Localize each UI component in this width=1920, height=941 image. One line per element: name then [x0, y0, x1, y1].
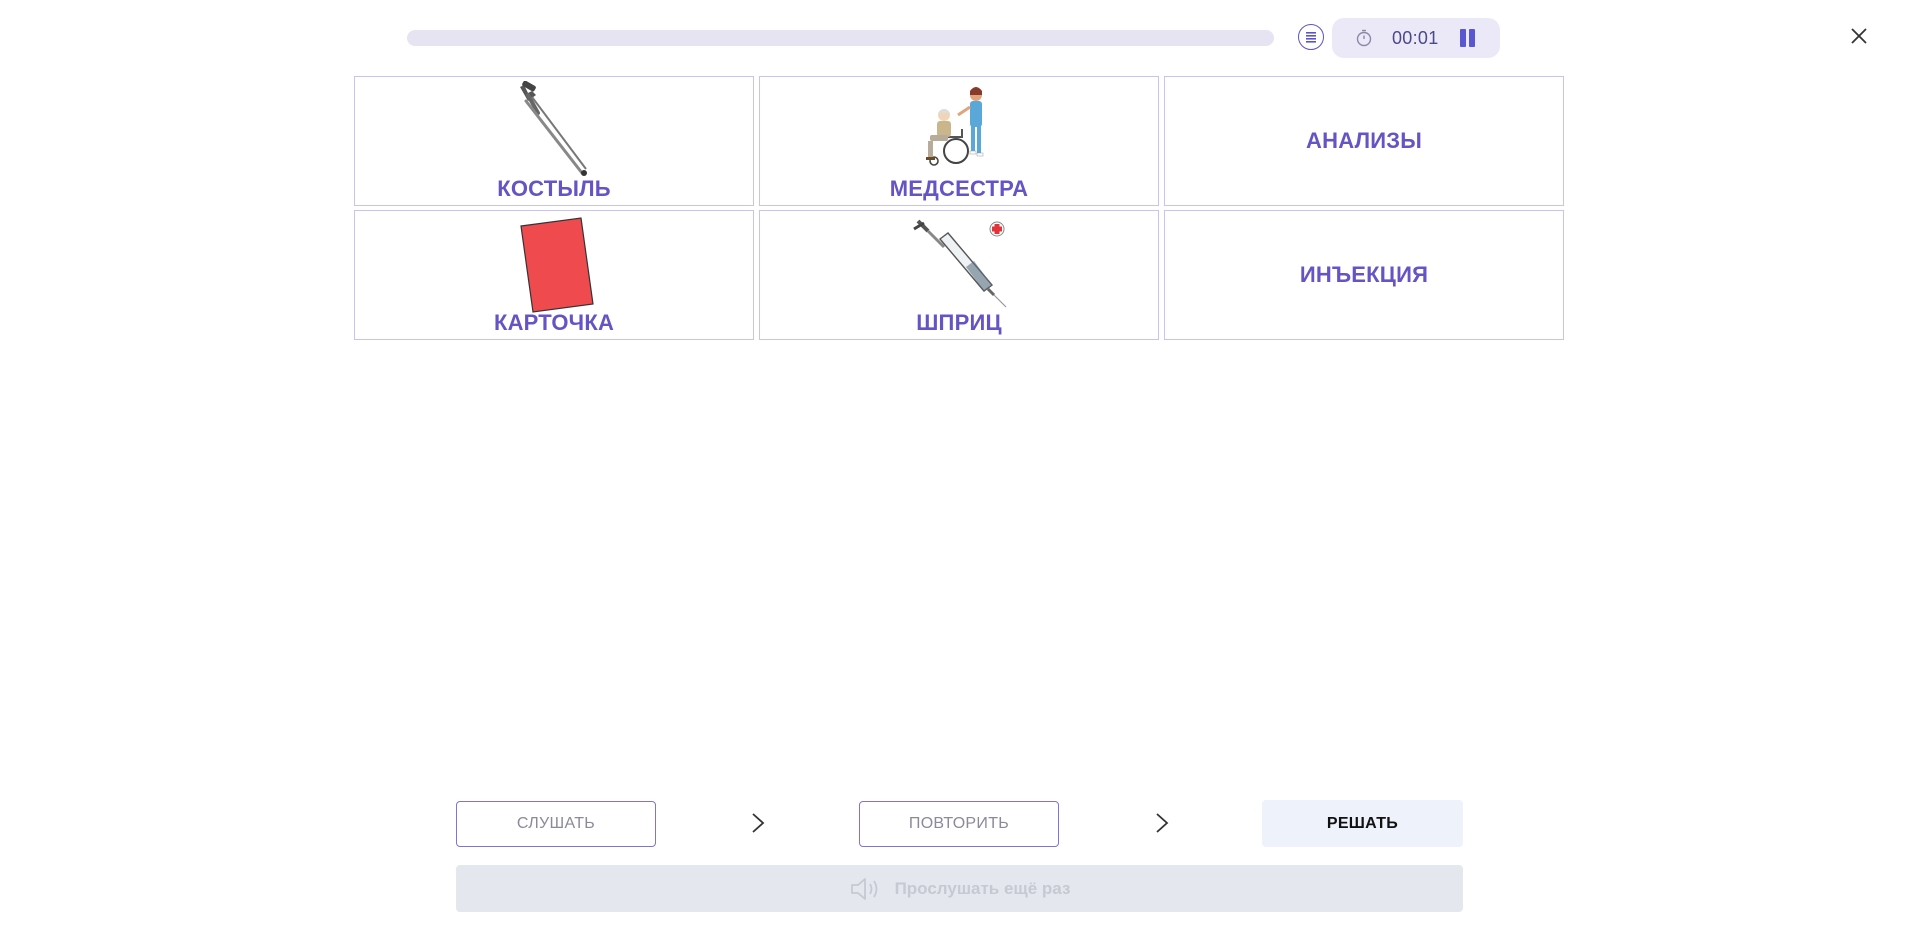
pause-icon [1460, 29, 1466, 47]
repeat-button[interactable]: ПОВТОРИТЬ [859, 801, 1059, 847]
card-analyses[interactable]: АНАЛИЗЫ [1164, 76, 1564, 206]
timer-value: 00:01 [1392, 28, 1439, 48]
listen-again-label: Прослушать ещё раз [894, 878, 1071, 898]
card-record[interactable]: КАРТОЧКА [354, 210, 754, 340]
card-label: АНАЛИЗЫ [1306, 128, 1422, 153]
pause-button[interactable] [1458, 29, 1478, 47]
solve-button[interactable]: РЕШАТЬ [1262, 800, 1463, 847]
card-label: ШПРИЦ [916, 310, 1002, 335]
list-icon [1306, 32, 1316, 43]
card-label: КОСТЫЛЬ [497, 176, 611, 201]
timer-panel: 00:01 [1332, 18, 1500, 58]
listen-again-button[interactable]: Прослушать ещё раз [456, 865, 1463, 912]
card-syringe[interactable]: ШПРИЦ [759, 210, 1159, 340]
crutch-image [520, 81, 587, 176]
stopwatch-icon [1356, 29, 1372, 47]
speaker-icon [850, 877, 877, 900]
progress-bar [407, 30, 1274, 46]
close-icon [1851, 28, 1867, 44]
listen-button[interactable]: СЛУШАТЬ [456, 801, 656, 847]
card-nurse[interactable]: МЕДСЕСТРА [759, 76, 1159, 206]
card-image [520, 217, 594, 313]
card-label: ИНЪЕКЦИЯ [1299, 262, 1429, 287]
card-label: КАРТОЧКА [493, 310, 615, 335]
chevron-right-icon [1156, 813, 1169, 833]
card-injection[interactable]: ИНЪЕКЦИЯ [1164, 210, 1564, 340]
list-button[interactable] [1298, 24, 1324, 50]
syringe-image [913, 219, 1007, 308]
chevron-right-icon [752, 813, 765, 833]
card-crutch[interactable]: КОСТЫЛЬ [354, 76, 754, 206]
close-button[interactable] [1847, 24, 1871, 48]
nurse-wheelchair-image [926, 87, 984, 166]
card-label: МЕДСЕСТРА [889, 176, 1029, 201]
